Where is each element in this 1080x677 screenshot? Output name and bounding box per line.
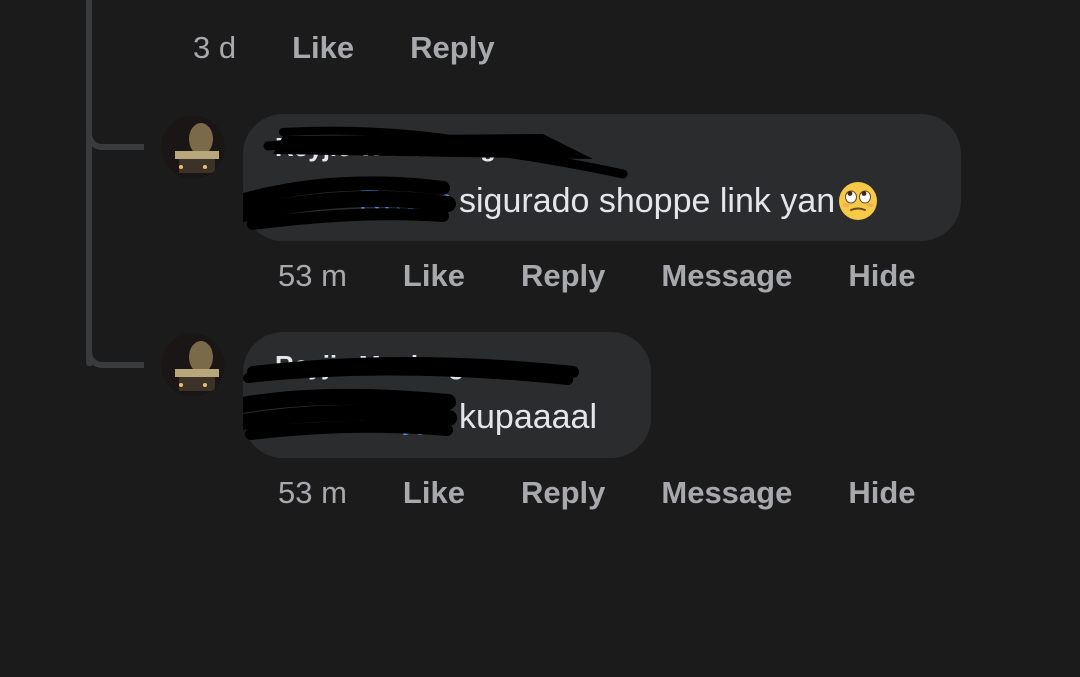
reply-text: sigurado shoppe link yan [459, 181, 836, 220]
reply-actions: 53 m Like Reply Message Hide [278, 258, 972, 294]
reply-content: Reyjie kupaaaal [243, 398, 598, 437]
thread-connector-line [86, 0, 92, 366]
reply-button[interactable]: Reply [410, 30, 494, 66]
mention-tag[interactable]: Reyjie [243, 182, 453, 221]
reply-author-name[interactable]: Reyjie W Manlang [275, 132, 496, 163]
reply-connector [86, 122, 144, 150]
reply-timestamp[interactable]: 53 m [278, 475, 347, 511]
message-button[interactable]: Message [661, 475, 792, 511]
avatar-image [161, 115, 225, 179]
comments-thread: 3 d Like Reply Reyjie W Manlang Reyjie s… [0, 0, 1080, 677]
avatar-image [161, 333, 225, 397]
like-button[interactable]: Like [292, 30, 354, 66]
hide-button[interactable]: Hide [848, 258, 915, 294]
reply-bubble[interactable]: Reyjie W Manlang Reyjie sigurado shoppe … [243, 114, 961, 241]
reply-button[interactable]: Reply [521, 258, 605, 294]
reply-text: kupaaaal [459, 398, 598, 436]
avatar[interactable] [161, 115, 225, 179]
reply-content: Reyjie sigurado shoppe link yan [243, 180, 879, 222]
reply-connector [86, 340, 144, 368]
message-button[interactable]: Message [661, 258, 792, 294]
reply-bubble[interactable]: Reyjie Manlang Reyjie kupaaaal [243, 332, 651, 458]
hide-button[interactable]: Hide [848, 475, 915, 511]
reply-author-name[interactable]: Reyjie Manlang [275, 350, 464, 381]
face-with-rolling-eyes-emoji [839, 182, 878, 220]
mention-tag[interactable]: Reyjie [243, 398, 453, 437]
comment-timestamp[interactable]: 3 d [193, 30, 236, 66]
like-button[interactable]: Like [403, 475, 465, 511]
reply-button[interactable]: Reply [521, 475, 605, 511]
avatar[interactable] [161, 333, 225, 397]
reply-actions: 53 m Like Reply Message Hide [278, 475, 972, 511]
reply-timestamp[interactable]: 53 m [278, 258, 347, 294]
like-button[interactable]: Like [403, 258, 465, 294]
parent-comment-actions: 3 d Like Reply [193, 30, 495, 66]
